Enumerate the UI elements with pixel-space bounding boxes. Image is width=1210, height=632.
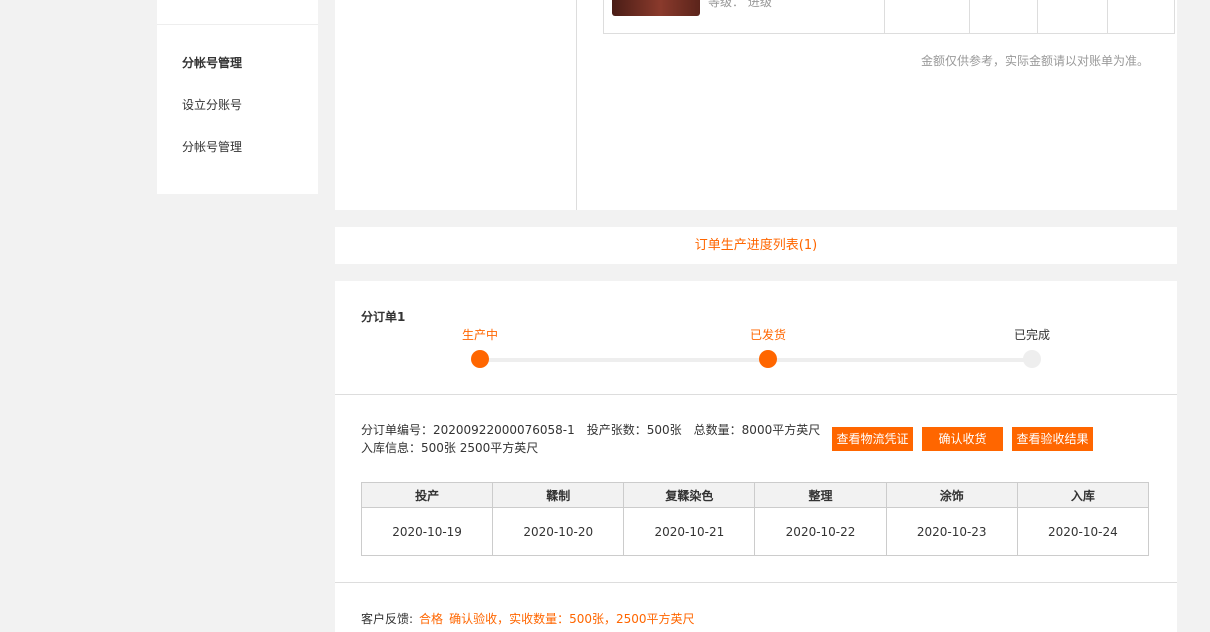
sidebar: 分帐号管理 设立分账号 分帐号管理 <box>157 0 318 194</box>
section-divider <box>335 582 1177 583</box>
stage-date-finishing: 2020-10-22 <box>754 507 887 556</box>
stage-date-warehousing: 2020-10-24 <box>1016 507 1150 556</box>
table-column-divider <box>1107 0 1108 33</box>
step-dot-shipped <box>759 350 777 368</box>
section-divider <box>335 394 1177 395</box>
sidebar-item-manage-subaccount[interactable]: 分帐号管理 <box>182 138 242 155</box>
customer-feedback: 客户反馈: 合格 确认验收，实收数量：500张，2500平方英尺 <box>361 610 695 627</box>
table-header-row: 投产 鞣制 复鞣染色 整理 涂饰 入库 <box>360 482 1150 508</box>
confirm-receipt-button[interactable]: 确认收货 <box>922 427 1003 451</box>
feedback-detail: 确认验收，实收数量：500张，2500平方英尺 <box>449 612 695 626</box>
suborder-total: 总数量：8000平方英尺 <box>693 423 821 437</box>
step-label-producing: 生产中 <box>461 328 499 342</box>
stage-date-tanning: 2020-10-20 <box>492 507 625 556</box>
order-summary-card: 等级： 进级 金额仅供参考，实际金额请以对账单为准。 <box>335 0 1177 210</box>
sidebar-item-create-subaccount[interactable]: 设立分账号 <box>182 96 242 113</box>
suborder-number: 分订单编号：20200922000076058-1 <box>361 423 575 437</box>
product-grade: 等级： 进级 <box>708 0 772 9</box>
stage-header-tanning: 鞣制 <box>492 482 625 508</box>
feedback-status: 合格 <box>419 612 444 626</box>
column-divider <box>576 0 577 210</box>
table-column-divider <box>969 0 970 33</box>
stage-date-production: 2020-10-19 <box>360 507 494 556</box>
step-dot-producing <box>471 350 489 368</box>
step-label-completed: 已完成 <box>1013 328 1051 342</box>
table-column-divider <box>884 0 885 33</box>
view-inspection-button[interactable]: 查看验收结果 <box>1012 427 1093 451</box>
progress-list-title[interactable]: 订单生产进度列表(1) <box>335 227 1177 264</box>
progress-track <box>479 358 1032 362</box>
amount-note: 金额仅供参考，实际金额请以对账单为准。 <box>920 54 1149 68</box>
table-row: 2020-10-19 2020-10-20 2020-10-21 2020-10… <box>360 507 1150 556</box>
production-stage-table: 投产 鞣制 复鞣染色 整理 涂饰 入库 2020-10-19 2020-10-2… <box>360 482 1150 556</box>
sidebar-section-title: 分帐号管理 <box>182 56 243 70</box>
table-column-divider <box>1037 0 1038 33</box>
suborder-card: 分订单1 生产中 已发货 已完成 分订单编号：20200922000076058… <box>335 281 1177 632</box>
stage-date-coating: 2020-10-23 <box>885 507 1018 556</box>
stage-date-retanning-dyeing: 2020-10-21 <box>623 507 756 556</box>
sidebar-divider <box>157 24 318 25</box>
suborder-title: 分订单1 <box>361 310 406 324</box>
stage-header-retanning-dyeing: 复鞣染色 <box>623 482 756 508</box>
stage-header-finishing: 整理 <box>754 482 887 508</box>
view-logistics-button[interactable]: 查看物流凭证 <box>832 427 913 451</box>
suborder-stock-info: 入库信息：500张 2500平方英尺 <box>361 441 539 455</box>
product-thumbnail <box>612 0 700 16</box>
feedback-label: 客户反馈: <box>361 612 414 626</box>
stage-header-production: 投产 <box>360 482 494 508</box>
suborder-sheets: 投产张数：500张 <box>586 423 682 437</box>
step-dot-completed <box>1023 350 1041 368</box>
suborder-info-line: 分订单编号：20200922000076058-1 投产张数：500张 总数量：80… <box>361 421 832 438</box>
product-table: 等级： 进级 <box>603 0 1175 34</box>
step-label-shipped: 已发货 <box>749 328 787 342</box>
stage-header-coating: 涂饰 <box>885 482 1018 508</box>
stage-header-warehousing: 入库 <box>1016 482 1150 508</box>
